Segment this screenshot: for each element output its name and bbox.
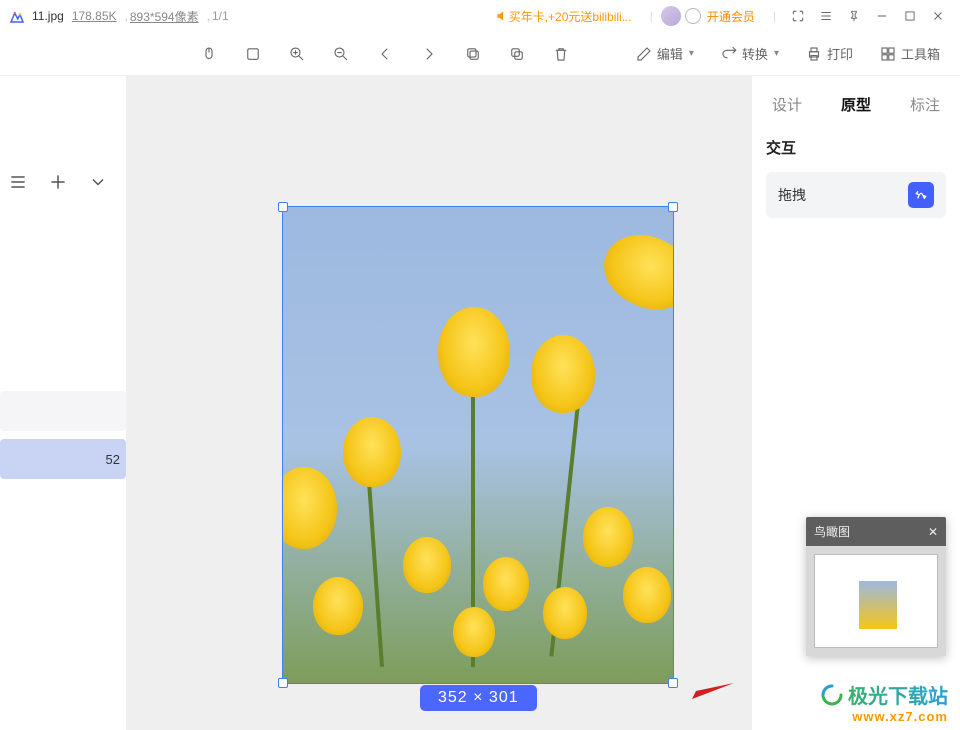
image-dimensions[interactable]: 893*594像素 xyxy=(130,8,199,25)
fullscreen-button[interactable] xyxy=(784,2,812,30)
minimize-button[interactable] xyxy=(868,2,896,30)
canvas-area[interactable]: 352 × 301 xyxy=(126,76,752,730)
selection-box[interactable]: 352 × 301 xyxy=(282,206,674,684)
tab-design[interactable]: 设计 xyxy=(772,94,802,115)
layer-item-selected[interactable]: 52 xyxy=(0,439,126,479)
pin-button[interactable] xyxy=(840,2,868,30)
minimap-close-icon[interactable]: ✕ xyxy=(928,525,938,539)
comma-sep: , xyxy=(207,9,210,23)
watermark-url: www.xz7.com xyxy=(820,709,948,724)
edit-menu[interactable]: 编辑▾ xyxy=(635,44,694,63)
minimap-viewport xyxy=(814,554,938,648)
comma-sep: , xyxy=(125,9,128,23)
vip-link[interactable]: 开通会员 xyxy=(707,8,755,25)
resize-handle-tr[interactable] xyxy=(668,202,678,212)
file-size[interactable]: 178.85K xyxy=(72,9,117,23)
minimap-title: 鸟瞰图 xyxy=(814,523,850,540)
duplicate-button[interactable] xyxy=(508,45,526,63)
toolbox-button[interactable]: 工具箱 xyxy=(879,44,940,63)
file-name: 11.jpg xyxy=(32,9,64,23)
list-icon[interactable] xyxy=(8,172,28,197)
window-titlebar: 11.jpg 178.85K , 893*594像素 , 1/1 买年卡,+20… xyxy=(0,0,960,32)
main-toolbar: 编辑▾ 转换▾ 打印 工具箱 xyxy=(0,32,960,76)
interaction-drag-row[interactable]: 拖拽 xyxy=(766,172,946,218)
selection-size-badge: 352 × 301 xyxy=(420,685,537,711)
close-button[interactable] xyxy=(924,2,952,30)
chevron-down-icon[interactable] xyxy=(88,172,108,197)
image-content xyxy=(283,207,673,683)
site-watermark: 极光下载站 www.xz7.com xyxy=(820,680,948,724)
minimap-body[interactable] xyxy=(806,546,946,656)
drag-badge[interactable] xyxy=(908,182,934,208)
delete-button[interactable] xyxy=(552,45,570,63)
next-button[interactable] xyxy=(420,45,438,63)
zoom-out-button[interactable] xyxy=(332,45,350,63)
speaker-icon xyxy=(495,9,509,23)
maximize-button[interactable] xyxy=(896,2,924,30)
separator: | xyxy=(650,9,653,23)
annotation-arrow-icon xyxy=(686,681,736,703)
user-avatar[interactable] xyxy=(661,6,681,26)
left-panel: 52 xyxy=(0,76,126,730)
menu-button[interactable] xyxy=(812,2,840,30)
left-tools-row xyxy=(0,158,126,211)
refresh-icon[interactable] xyxy=(685,8,701,24)
prev-button[interactable] xyxy=(376,45,394,63)
resize-handle-tl[interactable] xyxy=(278,202,288,212)
minimap-panel[interactable]: 鸟瞰图 ✕ xyxy=(806,517,946,656)
print-button[interactable]: 打印 xyxy=(805,44,853,63)
convert-menu[interactable]: 转换▾ xyxy=(720,44,779,63)
add-icon[interactable] xyxy=(48,172,68,197)
app-logo-icon xyxy=(8,7,26,25)
mouse-tool[interactable] xyxy=(200,45,218,63)
drag-label: 拖拽 xyxy=(778,185,806,205)
resize-handle-br[interactable] xyxy=(668,678,678,688)
tab-annotate[interactable]: 标注 xyxy=(910,94,940,115)
section-interaction-title: 交互 xyxy=(766,137,946,158)
watermark-logo-icon xyxy=(820,683,844,707)
separator: | xyxy=(773,9,776,23)
tab-prototype[interactable]: 原型 xyxy=(841,94,871,115)
watermark-brand: 极光下载站 xyxy=(848,680,948,709)
right-tabs: 设计 原型 标注 xyxy=(766,94,946,137)
promo-link[interactable]: 买年卡,+20元送bilibili... xyxy=(495,8,632,25)
layer-item[interactable] xyxy=(0,391,126,431)
fit-tool[interactable] xyxy=(244,45,262,63)
zoom-in-button[interactable] xyxy=(288,45,306,63)
resize-handle-bl[interactable] xyxy=(278,678,288,688)
copy-button[interactable] xyxy=(464,45,482,63)
minimap-thumbnail xyxy=(859,581,897,629)
page-index: 1/1 xyxy=(212,9,229,23)
